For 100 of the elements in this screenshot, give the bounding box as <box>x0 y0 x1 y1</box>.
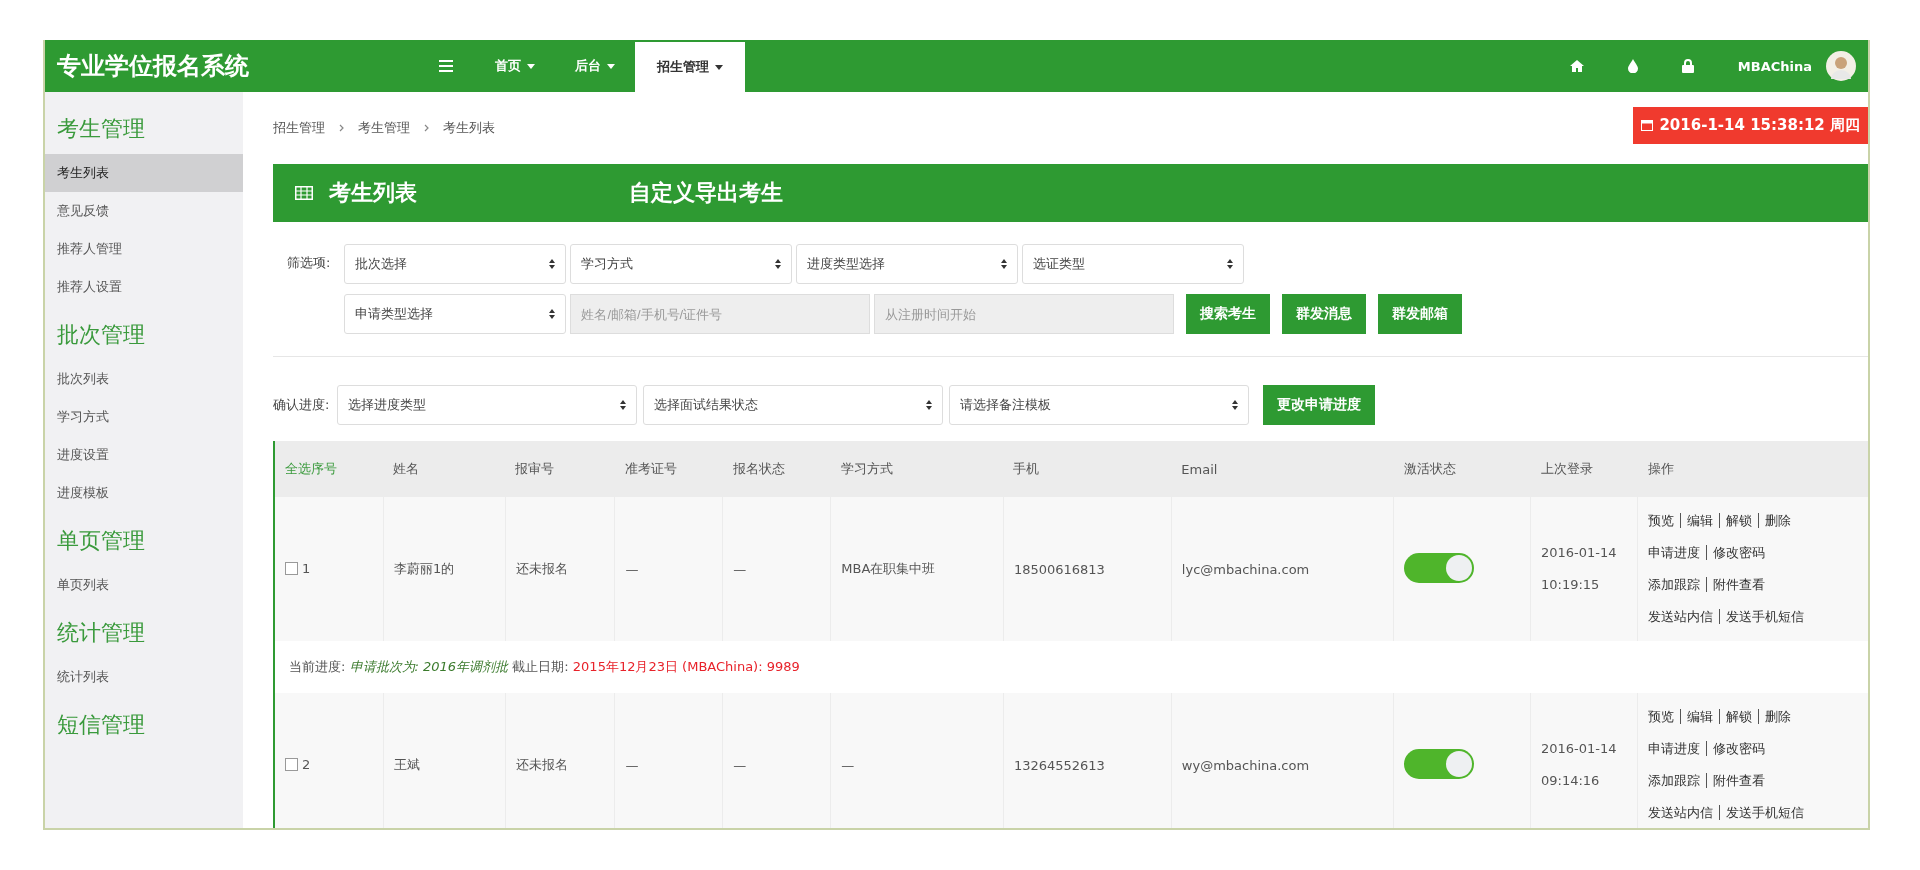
phone-cell: 13264552613 <box>1013 757 1105 773</box>
sidebar-item[interactable]: 意见反馈 <box>45 192 243 230</box>
action-link[interactable]: 添加跟踪 <box>1648 773 1706 788</box>
action-link[interactable]: 申请进度 <box>1648 545 1706 560</box>
action-link[interactable]: 发送站内信 <box>1648 805 1719 820</box>
action-link[interactable]: 附件查看 <box>1706 577 1771 592</box>
row-checkbox[interactable] <box>285 561 298 575</box>
action-button[interactable]: 搜索考生 <box>1186 294 1271 334</box>
action-link[interactable]: 删除 <box>1758 513 1797 528</box>
updown-icon <box>1232 400 1239 410</box>
user-name[interactable]: MBAChina <box>1737 58 1812 74</box>
row-checkbox[interactable] <box>285 757 298 771</box>
drop-icon[interactable] <box>1627 59 1638 73</box>
column-header: 报名状态 <box>722 441 831 497</box>
filter-label: 筛选项: <box>287 254 331 272</box>
phone-cell: 18500616813 <box>1013 561 1105 577</box>
caret-icon <box>715 65 723 70</box>
action-link[interactable]: 编辑 <box>1680 709 1719 724</box>
study-mode-cell: MBA在职集中班 <box>841 561 936 576</box>
action-link[interactable]: 解锁 <box>1719 513 1758 528</box>
action-link[interactable]: 修改密码 <box>1706 741 1771 756</box>
select-field[interactable]: 选择面试结果状态 <box>643 385 944 425</box>
breadcrumb-link[interactable]: 考生列表 <box>443 119 495 137</box>
updown-icon <box>549 309 556 319</box>
nav-tab[interactable]: 招生管理 <box>635 42 745 92</box>
reg-cell: 还未报名 <box>515 757 568 772</box>
change-progress-button[interactable]: 更改申请进度 <box>1263 385 1376 425</box>
select-field[interactable]: 申请类型选择 <box>344 294 567 334</box>
caret-icon <box>607 64 615 69</box>
select-field[interactable]: 选证类型 <box>1022 244 1245 284</box>
sidebar-item[interactable]: 单页列表 <box>45 566 243 604</box>
sidebar-item[interactable]: 统计列表 <box>45 658 243 696</box>
last-login-cell: 2016-01-14 10:19:15 <box>1541 545 1617 592</box>
sidebar-heading: 考生管理 <box>56 115 146 143</box>
action-link[interactable]: 解锁 <box>1719 709 1758 724</box>
sidebar-heading: 批次管理 <box>56 321 146 349</box>
name-cell: 王斌 <box>394 757 420 772</box>
sidebar-item[interactable]: 考生列表 <box>45 154 243 192</box>
activation-toggle[interactable] <box>1404 748 1475 779</box>
nav-tab[interactable]: 后台 <box>555 40 635 92</box>
lock-icon[interactable] <box>1681 59 1694 73</box>
app-title: 专业学位报名系统 <box>56 51 250 82</box>
deadline-text: 2015年12月23日 (MBAChina): 9989 <box>572 659 800 674</box>
action-link[interactable]: 发送手机短信 <box>1719 805 1810 820</box>
updown-icon <box>1227 259 1234 269</box>
action-link[interactable]: 预览 <box>1648 513 1680 528</box>
activation-toggle[interactable] <box>1404 552 1475 583</box>
calendar-icon <box>1641 119 1654 131</box>
home-icon[interactable] <box>1569 60 1584 72</box>
action-button[interactable]: 群发邮箱 <box>1378 294 1463 334</box>
select-field[interactable]: 进度类型选择 <box>796 244 1019 284</box>
select-field[interactable]: 批次选择 <box>344 244 567 284</box>
status-cell: — <box>733 561 747 577</box>
updown-icon <box>620 400 627 410</box>
select-field[interactable]: 选择进度类型 <box>337 385 638 425</box>
input-field[interactable]: 从注册时间开始 <box>874 294 1175 334</box>
email-cell: wy@mbachina.com <box>1181 757 1310 773</box>
avatar-icon[interactable] <box>1826 51 1856 81</box>
action-link[interactable]: 删除 <box>1758 709 1797 724</box>
sidebar-heading: 单页管理 <box>56 527 146 555</box>
panel-title: 考生列表 <box>329 179 418 207</box>
sidebar-item[interactable]: 推荐人设置 <box>45 268 243 306</box>
column-header: 学习方式 <box>830 441 1004 497</box>
date-time: 2016-1-14 15:38:12 周四 <box>1659 115 1860 135</box>
action-link[interactable]: 添加跟踪 <box>1648 577 1706 592</box>
last-login-cell: 2016-01-14 09:14:16 <box>1541 741 1617 788</box>
exam-number-cell: — <box>625 561 639 577</box>
select-field[interactable]: 学习方式 <box>570 244 793 284</box>
sidebar-heading: 短信管理 <box>56 711 146 739</box>
action-link[interactable]: 申请进度 <box>1648 741 1706 756</box>
action-link[interactable]: 发送站内信 <box>1648 609 1719 624</box>
sidebar-item[interactable]: 进度模板 <box>45 474 243 512</box>
column-header: 准考证号 <box>614 441 723 497</box>
export-link[interactable]: 自定义导出考生 <box>629 178 783 208</box>
sidebar-item[interactable]: 学习方式 <box>45 398 243 436</box>
action-link[interactable]: 发送手机短信 <box>1719 609 1810 624</box>
updown-icon <box>926 400 933 410</box>
progress-label: 当前进度: <box>289 659 346 674</box>
action-link[interactable]: 编辑 <box>1680 513 1719 528</box>
column-header: 激活状态 <box>1393 441 1531 497</box>
updown-icon <box>775 259 782 269</box>
sidebar-heading: 统计管理 <box>56 619 146 647</box>
column-header: 报审号 <box>505 441 615 497</box>
nav-tab[interactable]: 首页 <box>475 40 555 92</box>
action-link[interactable]: 修改密码 <box>1706 545 1771 560</box>
breadcrumb-link[interactable]: 考生管理 <box>358 119 410 137</box>
grid-icon <box>295 186 313 200</box>
action-link[interactable]: 附件查看 <box>1706 773 1771 788</box>
action-button[interactable]: 群发消息 <box>1282 294 1367 334</box>
breadcrumb-link[interactable]: 招生管理 <box>273 119 325 137</box>
input-field[interactable]: 姓名/邮箱/手机号/证件号 <box>570 294 871 334</box>
column-header: 操作 <box>1637 441 1868 497</box>
menu-icon[interactable] <box>439 60 453 72</box>
sidebar-item[interactable]: 推荐人管理 <box>45 230 243 268</box>
sidebar-item[interactable]: 进度设置 <box>45 436 243 474</box>
select-field[interactable]: 请选择备注模板 <box>949 385 1250 425</box>
updown-icon <box>1001 259 1008 269</box>
sidebar-item[interactable]: 批次列表 <box>45 360 243 398</box>
action-link[interactable]: 预览 <box>1648 709 1680 724</box>
updown-icon <box>549 259 556 269</box>
